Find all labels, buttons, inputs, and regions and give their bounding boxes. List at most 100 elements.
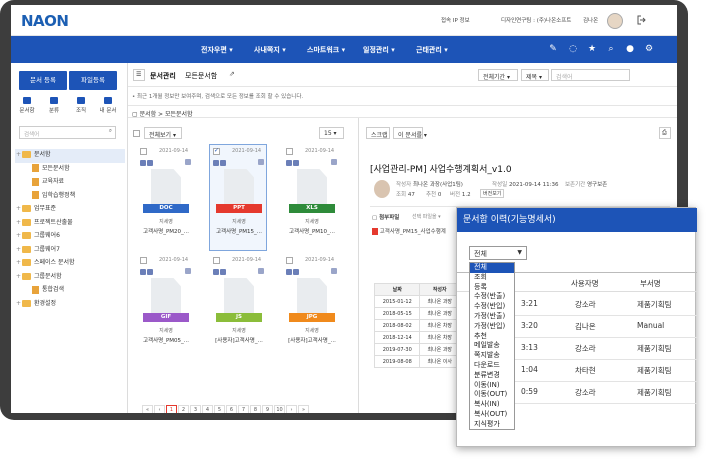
scrap-button[interactable]: 스크랩	[366, 127, 390, 139]
menu-toggle-icon[interactable]: ☰	[133, 69, 145, 81]
page-button[interactable]: 6	[226, 405, 237, 413]
page-button[interactable]: 2	[178, 405, 189, 413]
expand-icon[interactable]: +	[15, 205, 22, 212]
expand-icon[interactable]: +	[15, 151, 22, 158]
dropdown-option[interactable]: 쪽지발송	[470, 351, 514, 361]
sidebar-search-input[interactable]: 검색어 ⌕	[19, 126, 116, 139]
page-button[interactable]: »	[298, 405, 309, 413]
page-button[interactable]: 8	[250, 405, 261, 413]
star-icon[interactable]: ★	[587, 44, 597, 54]
search-icon[interactable]: ⌕	[606, 44, 616, 54]
dropdown-option[interactable]: 지식평가	[470, 420, 514, 430]
attach-checkbox[interactable]: ▢	[372, 215, 377, 221]
message-icon[interactable]: ●	[625, 44, 635, 54]
sidebar-tree-item[interactable]: + 스페이스 문서함	[15, 257, 125, 271]
sidebar-tree-item[interactable]: + 그룹웨어6	[15, 230, 125, 244]
expand-icon[interactable]: +	[15, 246, 22, 253]
page-size-select[interactable]: 15 ▾	[319, 127, 344, 139]
page-button[interactable]: 7	[238, 405, 249, 413]
sidebar-tree-item[interactable]: + 그룹웨어7	[15, 244, 125, 258]
sidebar-tree-item[interactable]: 교육자료	[15, 176, 125, 190]
main-search-input[interactable]: 검색어	[551, 69, 630, 81]
file-card[interactable]: 2021-09-14 JPG 지세영 [사용자]고객사명_...	[282, 253, 340, 360]
quick-docbox[interactable]: 문서함	[17, 97, 37, 114]
dropdown-option[interactable]: 추천	[470, 332, 514, 342]
file-checkbox[interactable]	[140, 148, 147, 155]
chat-icon[interactable]: ◌	[568, 44, 578, 54]
file-card[interactable]: 2021-09-14 XLS 지세영 고객사명_PM10_...	[282, 144, 340, 251]
page-button[interactable]: «	[142, 405, 153, 413]
page-button[interactable]: 10	[274, 405, 285, 413]
expand-icon[interactable]: +	[15, 232, 22, 239]
dropdown-option[interactable]: 조회	[470, 273, 514, 283]
user-name[interactable]: 김나온	[583, 16, 598, 24]
page-button[interactable]: ‹	[154, 405, 165, 413]
page-button[interactable]: 9	[262, 405, 273, 413]
ip-info-link[interactable]: 접속 IP 정보	[441, 16, 470, 24]
nav-mail[interactable]: 전자우편 ▾	[201, 45, 233, 55]
dropdown-option[interactable]: 가정(반출)	[470, 312, 514, 322]
sidebar-tree-item[interactable]: + 그룹문서함	[15, 271, 125, 285]
select-all-checkbox[interactable]	[133, 130, 140, 137]
dropdown-option[interactable]: 수정(반출)	[470, 292, 514, 302]
search-icon[interactable]: ⌕	[109, 128, 112, 135]
quick-org[interactable]: 조직	[71, 97, 91, 114]
dropdown-option[interactable]: 다운로드	[470, 361, 514, 371]
share-badge-icon[interactable]	[185, 159, 191, 165]
attach-file-link[interactable]: 고객사명_PM15_사업수행계	[380, 229, 446, 235]
dropdown-option[interactable]: 복사(IN)	[470, 400, 514, 410]
version-view-button[interactable]: 버전보기	[480, 189, 505, 198]
tab-all-docs[interactable]: 모든문서함	[185, 71, 217, 81]
dropdown-option[interactable]: 등록	[470, 283, 514, 293]
sidebar-tree-item[interactable]: + 업무표준	[15, 203, 125, 217]
print-icon[interactable]: ⎙	[659, 127, 671, 139]
register-doc-button[interactable]: 문서 등록	[19, 71, 67, 90]
share-badge-icon[interactable]	[258, 159, 264, 165]
nav-attendance[interactable]: 근태관리 ▾	[416, 45, 448, 55]
pin-icon[interactable]: ⇗	[229, 70, 235, 78]
file-card[interactable]: ✓ 2021-09-14 PPT 지세영 고객사명_PM15_...	[209, 144, 267, 251]
sidebar-tree-item[interactable]: + 프로젝트산출물	[15, 217, 125, 231]
attach-select-dropdown[interactable]: 선택 파일을 ▾	[412, 213, 441, 220]
settings-icon[interactable]: ⚙	[644, 44, 654, 54]
move-doc-button[interactable]: 이 문서를 ▾	[393, 127, 427, 139]
quick-mydocs[interactable]: 내 문서	[98, 97, 118, 114]
file-name[interactable]: [사용자]고객사명_...	[210, 336, 268, 344]
expand-icon[interactable]: +	[15, 273, 22, 280]
dropdown-option[interactable]: 복사(OUT)	[470, 410, 514, 420]
expand-icon[interactable]: +	[15, 219, 22, 226]
period-filter[interactable]: 전체기간 ▾	[478, 69, 518, 81]
expand-icon[interactable]: +	[15, 300, 22, 307]
file-name[interactable]: 고객사명_PM20_...	[137, 227, 195, 235]
dropdown-option[interactable]: 이동(IN)	[470, 381, 514, 391]
file-card[interactable]: 2021-09-14 JS 지세영 [사용자]고객사명_...	[209, 253, 267, 360]
expand-icon[interactable]: +	[15, 259, 22, 266]
nav-schedule[interactable]: 일정관리 ▾	[363, 45, 395, 55]
file-name[interactable]: 고객사명_PM10_...	[283, 227, 341, 235]
pen-icon[interactable]: ✎	[548, 44, 558, 54]
dropdown-option[interactable]: 메일발송	[470, 341, 514, 351]
avatar[interactable]	[607, 13, 623, 29]
page-button[interactable]: 1	[166, 405, 177, 413]
file-name[interactable]: 고객사명_PM15_...	[210, 227, 268, 235]
file-checkbox[interactable]	[213, 257, 220, 264]
file-card[interactable]: 2021-09-14 GIF 지세영 고객사명_PM05_...	[136, 253, 194, 360]
nav-message[interactable]: 사내쪽지 ▾	[254, 45, 286, 55]
share-badge-icon[interactable]	[331, 159, 337, 165]
file-name[interactable]: [사용자]고객사명_...	[283, 336, 341, 344]
page-button[interactable]: 5	[214, 405, 225, 413]
dropdown-option[interactable]: 분류변경	[470, 371, 514, 381]
page-button[interactable]: ›	[286, 405, 297, 413]
file-name[interactable]: 고객사명_PM05_...	[137, 336, 195, 344]
logo[interactable]: NAON	[21, 12, 69, 30]
page-button[interactable]: 3	[190, 405, 201, 413]
dropdown-option[interactable]: 수정(반입)	[470, 302, 514, 312]
nav-smartwork[interactable]: 스마트워크 ▾	[307, 45, 345, 55]
dropdown-option[interactable]: 가정(반입)	[470, 322, 514, 332]
view-filter[interactable]: 전체보기 ▾	[144, 127, 182, 139]
register-file-button[interactable]: 파일등록	[69, 71, 117, 90]
sidebar-tree-item[interactable]: + 환경설정	[15, 298, 125, 312]
sidebar-tree-item[interactable]: 모든문서함	[15, 163, 125, 177]
file-checkbox[interactable]: ✓	[213, 147, 220, 155]
dropdown-option[interactable]: 이동(OUT)	[470, 390, 514, 400]
